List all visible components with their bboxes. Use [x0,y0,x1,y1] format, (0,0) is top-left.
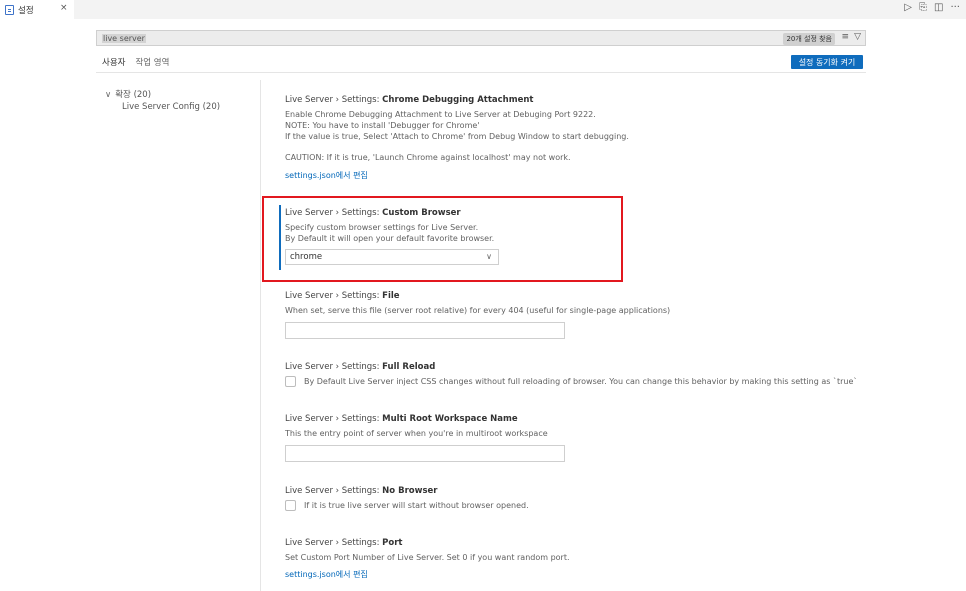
search-value: live server [102,33,146,43]
highlight-box [262,196,623,282]
tab-user[interactable]: 사용자 [102,56,126,73]
setting-file: Live Server › Settings: File When set, s… [285,291,845,339]
scope-divider [96,72,866,73]
setting-description: If the value is true, Select 'Attach to … [285,132,629,141]
edit-in-settings-json-link[interactable]: settings.json에서 편집 [285,569,368,580]
setting-description: Set Custom Port Number of Live Server. S… [285,553,570,562]
file-icon [5,4,14,15]
setting-chrome-debugging: Live Server › Settings: Chrome Debugging… [285,95,845,181]
tree-item-live-server-config[interactable]: Live Server Config (20) [122,102,220,112]
setting-description: Enable Chrome Debugging Attachment to Li… [285,110,596,119]
checkbox-row: By Default Live Server inject CSS change… [285,376,857,387]
setting-title: Live Server › Settings: Port [285,538,403,548]
setting-description: If it is true live server will start wit… [304,501,529,510]
setting-description: CAUTION: If it is true, 'Launch Chrome a… [285,153,571,162]
setting-multi-root-workspace: Live Server › Settings: Multi Root Works… [285,414,845,462]
no-browser-checkbox[interactable] [285,500,296,511]
filter-icon[interactable]: ▽ [854,32,861,42]
editor-actions: ▷ ⎘ ◫ ··· [904,2,960,13]
tree-extensions[interactable]: ∨ 확장 (20) [105,88,151,100]
settings-sync-button[interactable]: 설정 동기화 켜기 [791,55,863,69]
tab-settings[interactable]: 설정 × [0,0,74,19]
full-reload-checkbox[interactable] [285,376,296,387]
setting-description: NOTE: You have to install 'Debugger for … [285,121,480,130]
clear-filter-icon[interactable]: ≡ [841,32,849,42]
chevron-down-icon: ∨ [105,90,112,100]
setting-description: This the entry point of server when you'… [285,429,548,438]
more-icon[interactable]: ··· [950,2,960,13]
edit-in-settings-json-link[interactable]: settings.json에서 편집 [285,170,368,181]
scope-tabs: 사용자 작업 영역 [102,56,169,73]
multi-root-workspace-input[interactable] [285,445,565,462]
setting-title: Live Server › Settings: File [285,291,400,301]
file-input[interactable] [285,322,565,339]
setting-description: By Default Live Server inject CSS change… [304,377,858,386]
setting-description: When set, serve this file (server root r… [285,306,671,315]
setting-title: Live Server › Settings: Full Reload [285,362,436,372]
run-icon[interactable]: ▷ [904,2,912,13]
tab-workspace[interactable]: 작업 영역 [135,56,169,73]
setting-no-browser: Live Server › Settings: No Browser If it… [285,486,845,511]
tree-extensions-label: 확장 (20) [115,90,152,100]
result-count-badge: 20개 설정 찾음 [783,33,835,45]
pane-divider [260,80,261,591]
open-json-icon[interactable]: ⎘ [919,2,927,13]
setting-title: Live Server › Settings: Chrome Debugging… [285,95,534,105]
search-input[interactable]: live server 20개 설정 찾음 ≡ ▽ [96,30,866,46]
tab-bar: 설정 × ▷ ⎘ ◫ ··· [0,0,966,19]
close-icon[interactable]: × [60,3,68,13]
setting-title: Live Server › Settings: No Browser [285,486,438,496]
checkbox-row: If it is true live server will start wit… [285,500,845,511]
split-editor-icon[interactable]: ◫ [934,2,943,13]
setting-full-reload: Live Server › Settings: Full Reload By D… [285,362,857,387]
setting-port: Live Server › Settings: Port Set Custom … [285,538,845,580]
tab-label: 설정 [18,5,34,16]
setting-title: Live Server › Settings: Multi Root Works… [285,414,518,424]
